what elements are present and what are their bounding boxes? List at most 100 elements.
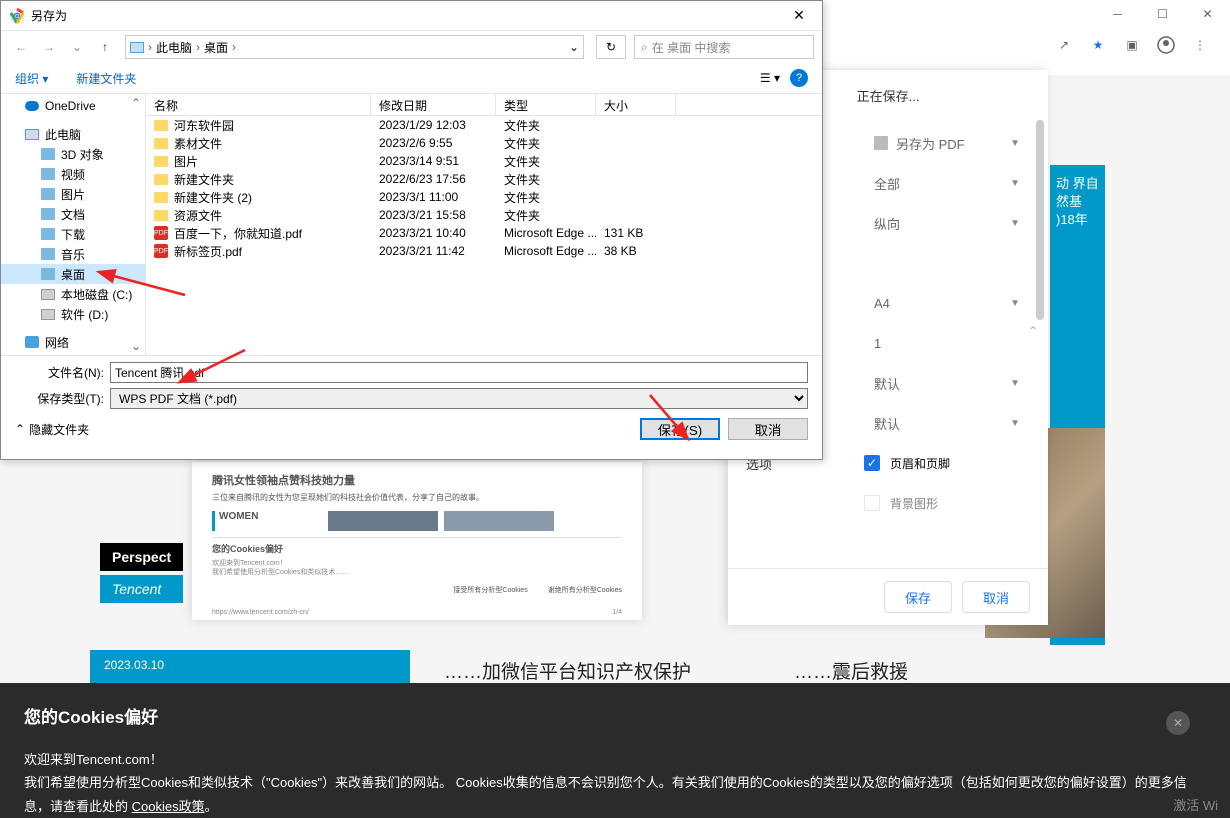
file-row[interactable]: PDF新标签页.pdf2023/3/21 11:42Microsoft Edge…	[146, 242, 822, 260]
file-row[interactable]: PDF百度一下，你就知道.pdf2023/3/21 10:40Microsoft…	[146, 224, 822, 242]
filetype-select[interactable]: WPS PDF 文档 (*.pdf)	[110, 388, 808, 409]
organize-button[interactable]: 组织 ▾	[15, 70, 48, 87]
filetype-label: 保存类型(T):	[15, 390, 110, 407]
nav-forward-button[interactable]: →	[37, 35, 61, 59]
preview-heading: 腾讯女性领袖点赞科技她力量	[212, 472, 622, 488]
pdf-file-icon: PDF	[154, 226, 168, 240]
print-paper-select[interactable]: A4▼	[864, 287, 1030, 319]
scroll-up-icon[interactable]: ⌃	[129, 96, 143, 110]
save-as-dialog: 另存为 ✕ ← → ⌄ ↑ › 此电脑 › 桌面 › ⌄ ↻ ⌕ 在 桌面 中搜…	[0, 0, 823, 460]
headers-checkbox[interactable]: ✓	[864, 455, 880, 471]
breadcrumb-current[interactable]: 桌面	[204, 39, 228, 56]
nav-recent-button[interactable]: ⌄	[65, 35, 89, 59]
bookmark-star-icon[interactable]: ★	[1088, 35, 1108, 55]
print-save-button[interactable]: 保存	[884, 581, 952, 613]
headers-label: 页眉和页脚	[890, 455, 950, 472]
sidebar-item-下载[interactable]: 下载	[1, 224, 145, 244]
help-button[interactable]: ?	[790, 69, 808, 87]
sidebar-item-软件 (D:)[interactable]: 软件 (D:)	[1, 304, 145, 324]
print-zoom-select[interactable]: 默认▼	[864, 407, 1030, 439]
maximize-button[interactable]: ☐	[1140, 0, 1185, 28]
nav-up-button[interactable]: ↑	[93, 35, 117, 59]
sidebar-item-网络[interactable]: 网络	[1, 332, 145, 352]
preview-cookie-title: 您的Cookies偏好	[212, 537, 622, 555]
cookie-title: 您的Cookies偏好	[24, 703, 1206, 728]
column-type[interactable]: 类型	[496, 94, 596, 115]
cancel-button[interactable]: 取消	[728, 418, 808, 440]
sidebar-item-视频[interactable]: 视频	[1, 164, 145, 184]
sidebar-item-文档[interactable]: 文档	[1, 204, 145, 224]
background-checkbox[interactable]	[864, 495, 880, 511]
search-icon: ⌕	[641, 40, 648, 55]
tencent-label: Tencent	[100, 575, 183, 603]
file-list[interactable]: 名称 修改日期 类型 大小 河东软件园2023/1/29 12:03文件夹素材文…	[146, 94, 822, 355]
sidebar-item-OneDrive[interactable]: OneDrive	[1, 96, 145, 116]
print-destination-select[interactable]: 另存为 PDF ▼	[864, 127, 1030, 159]
scroll-down-icon[interactable]: ⌄	[129, 339, 143, 353]
folder-icon	[154, 120, 168, 131]
nav-back-button[interactable]: ←	[9, 35, 33, 59]
minimize-button[interactable]: ─	[1095, 0, 1140, 28]
refresh-button[interactable]: ↻	[596, 35, 626, 59]
column-name[interactable]: 名称	[146, 94, 371, 115]
file-row[interactable]: 素材文件2023/2/6 9:55文件夹	[146, 134, 822, 152]
file-row[interactable]: 新建文件夹 (2)2023/3/1 11:00文件夹	[146, 188, 822, 206]
hide-folders-toggle[interactable]: ⌃ 隐藏文件夹	[15, 421, 89, 438]
sidebar-item-音乐[interactable]: 音乐	[1, 244, 145, 264]
preview-women: WOMEN	[212, 511, 322, 531]
cookie-banner: 您的Cookies偏好 欢迎来到Tencent.com！ 我们希望使用分析型Co…	[0, 683, 1230, 818]
sidebar-item-桌面[interactable]: 桌面	[1, 264, 145, 284]
path-dropdown-icon[interactable]: ⌄	[569, 40, 579, 54]
filename-label: 文件名(N):	[15, 364, 110, 381]
background-label: 背景图形	[890, 495, 938, 512]
sidebar-item-图片[interactable]: 图片	[1, 184, 145, 204]
cookie-welcome: 欢迎来到Tencent.com！	[24, 748, 1206, 771]
file-row[interactable]: 图片2023/3/14 9:51文件夹	[146, 152, 822, 170]
column-size[interactable]: 大小	[596, 94, 676, 115]
close-window-button[interactable]: ✕	[1185, 0, 1230, 28]
folder-icon	[154, 210, 168, 221]
print-layout-select[interactable]: 纵向▼	[864, 207, 1030, 239]
address-bar[interactable]: › 此电脑 › 桌面 › ⌄	[125, 35, 584, 59]
print-margin-select[interactable]: 默认▼	[864, 367, 1030, 399]
pdf-file-icon: PDF	[154, 244, 168, 258]
print-pages-select[interactable]: 全部▼	[864, 167, 1030, 199]
profile-icon[interactable]	[1156, 35, 1176, 55]
new-folder-button[interactable]: 新建文件夹	[76, 70, 136, 87]
cookie-policy-link[interactable]: Cookies政策	[132, 799, 205, 814]
print-preview-thumbnail: 腾讯女性领袖点赞科技她力量 三位来自腾讯的女性为您呈现她们的科技社会价值代表，分…	[192, 462, 642, 620]
dialog-close-button[interactable]: ✕	[784, 7, 814, 24]
view-mode-button[interactable]: ☰ ▾	[760, 71, 780, 85]
folder-icon	[154, 174, 168, 185]
folder-icon	[154, 138, 168, 149]
dialog-title: 另存为	[31, 7, 784, 24]
folder-tree[interactable]: ⌃ OneDrive 此电脑3D 对象视频图片文档下载音乐桌面本地磁盘 (C:)软…	[1, 94, 146, 355]
computer-icon	[130, 42, 144, 53]
print-sheets-value: 1	[864, 327, 1030, 359]
column-date[interactable]: 修改日期	[371, 94, 496, 115]
sidebar-item-3D 对象[interactable]: 3D 对象	[1, 144, 145, 164]
file-row[interactable]: 新建文件夹2022/6/23 17:56文件夹	[146, 170, 822, 188]
search-input[interactable]: ⌕ 在 桌面 中搜索	[634, 35, 814, 59]
sidebar-item-本地磁盘 (C:)[interactable]: 本地磁盘 (C:)	[1, 284, 145, 304]
chevron-up-icon: ⌃	[15, 422, 25, 436]
print-scrollbar[interactable]	[1036, 120, 1046, 565]
save-button[interactable]: 保存(S)	[640, 418, 720, 440]
file-row[interactable]: 河东软件园2023/1/29 12:03文件夹	[146, 116, 822, 134]
card-date: 2023.03.10	[90, 650, 410, 680]
share-icon[interactable]: ↗	[1054, 35, 1074, 55]
file-row[interactable]: 资源文件2023/3/21 15:58文件夹	[146, 206, 822, 224]
preview-url: https://www.tencent.com/zh-cn/	[212, 609, 309, 616]
chrome-logo-icon	[9, 8, 25, 24]
print-cancel-button[interactable]: 取消	[962, 581, 1030, 613]
perspectives-label: Perspect	[100, 543, 183, 571]
preview-decline: 谢绝所有分析型Cookies	[548, 585, 622, 595]
windows-activation-watermark: 激活 Wi	[1173, 795, 1218, 814]
cookie-close-button[interactable]: ✕	[1166, 711, 1190, 735]
filename-input[interactable]	[110, 362, 808, 383]
pdf-icon	[874, 136, 888, 150]
sidebar-item-此电脑[interactable]: 此电脑	[1, 124, 145, 144]
chrome-menu-icon[interactable]: ⋮	[1190, 35, 1210, 55]
breadcrumb-root[interactable]: 此电脑	[156, 39, 192, 56]
reading-list-icon[interactable]: ▣	[1122, 35, 1142, 55]
